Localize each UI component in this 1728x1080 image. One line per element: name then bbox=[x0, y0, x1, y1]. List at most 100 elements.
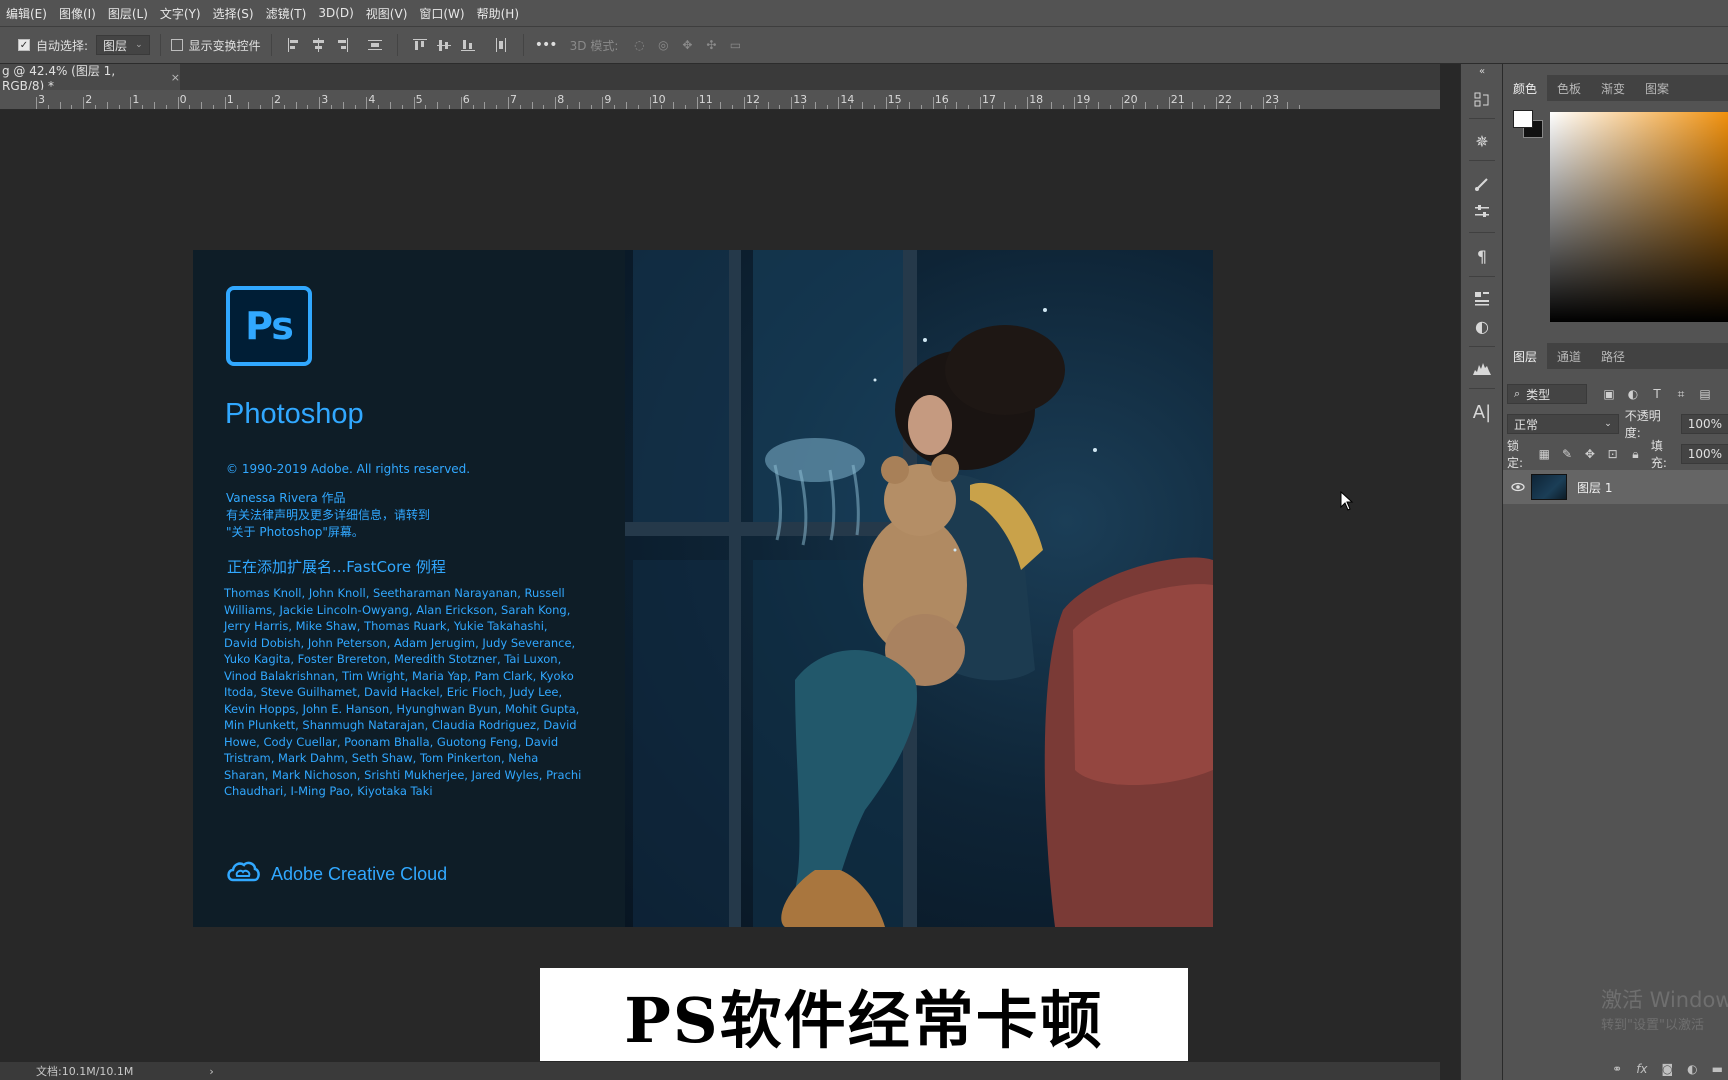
filter-shape-icon[interactable]: ⌗ bbox=[1673, 387, 1689, 401]
close-icon[interactable]: × bbox=[171, 71, 180, 84]
brush-settings-icon[interactable] bbox=[1461, 170, 1503, 198]
layer-row[interactable]: 图层 1 bbox=[1503, 470, 1728, 504]
separator bbox=[159, 34, 161, 56]
ruler-minor-tick bbox=[59, 102, 61, 109]
ruler-minor-tick bbox=[236, 105, 238, 109]
filter-adjustment-icon[interactable]: ◐ bbox=[1625, 387, 1641, 401]
character-icon[interactable]: A| bbox=[1461, 398, 1503, 426]
distribute-vertical-icon[interactable] bbox=[367, 38, 382, 52]
paragraph-icon[interactable]: ¶ bbox=[1461, 242, 1503, 270]
blend-mode-dropdown[interactable]: 正常 ⌄ bbox=[1507, 414, 1619, 434]
ruler-tick-label: 15 bbox=[887, 93, 902, 106]
menu-edit[interactable]: 编辑(E) bbox=[0, 5, 53, 22]
opacity-input[interactable]: 100% bbox=[1680, 414, 1728, 434]
foreground-color-swatch[interactable] bbox=[1513, 110, 1533, 128]
add-mask-icon[interactable]: ◙ bbox=[1662, 1062, 1674, 1076]
new-adjustment-icon[interactable]: ◐ bbox=[1687, 1062, 1697, 1076]
tab-patterns[interactable]: 图案 bbox=[1635, 75, 1679, 101]
properties-icon[interactable] bbox=[1461, 284, 1503, 312]
collapsed-panel-dock: « ✵ ¶ ◐ A| bbox=[1460, 64, 1502, 1080]
credits-list: Thomas Knoll, John Knoll, Seetharaman Na… bbox=[224, 586, 582, 798]
align-bottom-edges-icon[interactable] bbox=[460, 38, 475, 52]
ruler-minor-tick bbox=[437, 102, 439, 109]
3d-scale-icon[interactable]: ▭ bbox=[728, 38, 742, 52]
ruler-tick-label: 4 bbox=[368, 93, 376, 106]
auto-select-dropdown[interactable]: 图层 ⌄ bbox=[96, 35, 150, 55]
horizontal-ruler[interactable]: 3 2 1 0 1 2 3 4 5 6 7 8 9 10 11 12 13 14 15 16 17 18 19 20 21 22 2… bbox=[0, 90, 1440, 110]
3d-roll-icon[interactable]: ◎ bbox=[656, 38, 670, 52]
adjustments-icon[interactable]: ◐ bbox=[1461, 312, 1503, 340]
tab-gradients[interactable]: 渐变 bbox=[1591, 75, 1635, 101]
activation-watermark-subtitle: 转到"设置"以激活 bbox=[1601, 1018, 1704, 1033]
history-icon[interactable] bbox=[1461, 86, 1503, 114]
align-right-edges-icon[interactable] bbox=[335, 38, 349, 52]
ruler-minor-tick bbox=[991, 105, 993, 109]
tab-swatches[interactable]: 色板 bbox=[1547, 75, 1591, 101]
menu-filter[interactable]: 滤镜(T) bbox=[260, 5, 313, 22]
status-menu-arrow[interactable]: › bbox=[209, 1065, 213, 1078]
3d-slide-icon[interactable]: ✣ bbox=[704, 38, 718, 52]
ruler-minor-tick bbox=[755, 105, 757, 109]
menu-help[interactable]: 帮助(H) bbox=[471, 5, 525, 22]
menu-window[interactable]: 窗口(W) bbox=[413, 5, 470, 22]
show-transform-checkbox[interactable] bbox=[170, 39, 183, 51]
ruler-tick bbox=[838, 97, 840, 109]
align-top-edges-icon[interactable] bbox=[412, 38, 427, 52]
ruler-minor-tick bbox=[342, 102, 344, 109]
align-horizontal-centers-icon[interactable] bbox=[311, 38, 325, 52]
menu-layer[interactable]: 图层(L) bbox=[102, 5, 154, 22]
ruler-minor-tick bbox=[685, 105, 686, 109]
3d-pan-icon[interactable]: ✥ bbox=[680, 38, 694, 52]
eye-icon[interactable] bbox=[1511, 482, 1525, 492]
ruler-tick-label: 8 bbox=[557, 93, 565, 106]
menu-select[interactable]: 选择(S) bbox=[207, 5, 260, 22]
3d-orbit-icon[interactable]: ◌ bbox=[632, 38, 646, 52]
ruler-minor-tick bbox=[118, 105, 120, 109]
menu-image[interactable]: 图像(I) bbox=[53, 5, 102, 22]
tab-channels[interactable]: 通道 bbox=[1547, 343, 1591, 369]
ruler-tick-label: 1 bbox=[226, 93, 234, 106]
histogram-icon[interactable] bbox=[1461, 354, 1503, 382]
status-bar: 文档:10.1M/10.1M › bbox=[0, 1062, 1440, 1080]
tab-paths[interactable]: 路径 bbox=[1591, 343, 1635, 369]
layer-filter-value: 类型 bbox=[1526, 387, 1551, 402]
right-panels: 颜色 色板 渐变 图案 图层 通道 路径 ⌕ 类型 ▣ ◐ T ⌗ ▤ 正常 ⌄… bbox=[1502, 64, 1728, 1080]
separator bbox=[522, 34, 524, 56]
tab-layers[interactable]: 图层 bbox=[1503, 343, 1548, 369]
menu-type[interactable]: 文字(Y) bbox=[154, 5, 207, 22]
collapse-dock-icon[interactable]: « bbox=[1461, 64, 1503, 78]
creative-cloud-brand: Adobe Creative Cloud bbox=[225, 858, 447, 890]
document-tab[interactable]: g @ 42.4% (图层 1, RGB/8) * × bbox=[0, 64, 180, 93]
auto-select-checkbox[interactable]: ✓ bbox=[18, 39, 30, 51]
navigator-icon[interactable]: ✵ bbox=[1461, 127, 1503, 155]
align-left-edges-icon[interactable] bbox=[287, 38, 301, 52]
distribute-horizontal-icon[interactable] bbox=[494, 38, 508, 52]
lock-artboard-icon[interactable]: ⊡ bbox=[1605, 447, 1620, 461]
more-options-icon[interactable]: ••• bbox=[535, 37, 558, 53]
lock-position-icon[interactable]: ✥ bbox=[1582, 447, 1597, 461]
layer-thumbnail[interactable] bbox=[1531, 474, 1567, 500]
filter-smart-object-icon[interactable]: ▤ bbox=[1697, 387, 1713, 401]
tab-color[interactable]: 颜色 bbox=[1503, 75, 1548, 101]
lock-all-icon[interactable]: 🔒︎ bbox=[1628, 447, 1643, 461]
color-picker-field[interactable] bbox=[1550, 112, 1728, 322]
fx-icon[interactable]: fx bbox=[1636, 1062, 1647, 1076]
lock-image-icon[interactable]: ✎ bbox=[1560, 447, 1575, 461]
link-layers-icon[interactable]: ⚭ bbox=[1612, 1062, 1622, 1076]
fill-input[interactable]: 100% bbox=[1680, 444, 1728, 464]
align-vertical-centers-icon[interactable] bbox=[436, 38, 451, 52]
caption-text: PS软件经常卡顿 bbox=[624, 983, 1104, 1057]
lock-transparent-icon[interactable]: ▦ bbox=[1537, 447, 1552, 461]
menu-3d[interactable]: 3D(D) bbox=[312, 6, 359, 20]
ruler-tick-label: 22 bbox=[1218, 93, 1232, 106]
filter-pixel-icon[interactable]: ▣ bbox=[1601, 387, 1617, 401]
ruler-minor-tick bbox=[189, 105, 191, 109]
ruler-minor-tick bbox=[201, 102, 203, 109]
layer-name[interactable]: 图层 1 bbox=[1577, 479, 1612, 496]
filter-type-icon[interactable]: T bbox=[1649, 387, 1665, 401]
3d-mode-label: 3D 模式: bbox=[569, 38, 619, 53]
menu-view[interactable]: 视图(V) bbox=[360, 5, 414, 22]
layer-filter-dropdown[interactable]: ⌕ 类型 bbox=[1507, 384, 1587, 404]
new-group-icon[interactable]: ▬ bbox=[1712, 1062, 1723, 1076]
adjustments-sliders-icon[interactable] bbox=[1461, 198, 1503, 226]
